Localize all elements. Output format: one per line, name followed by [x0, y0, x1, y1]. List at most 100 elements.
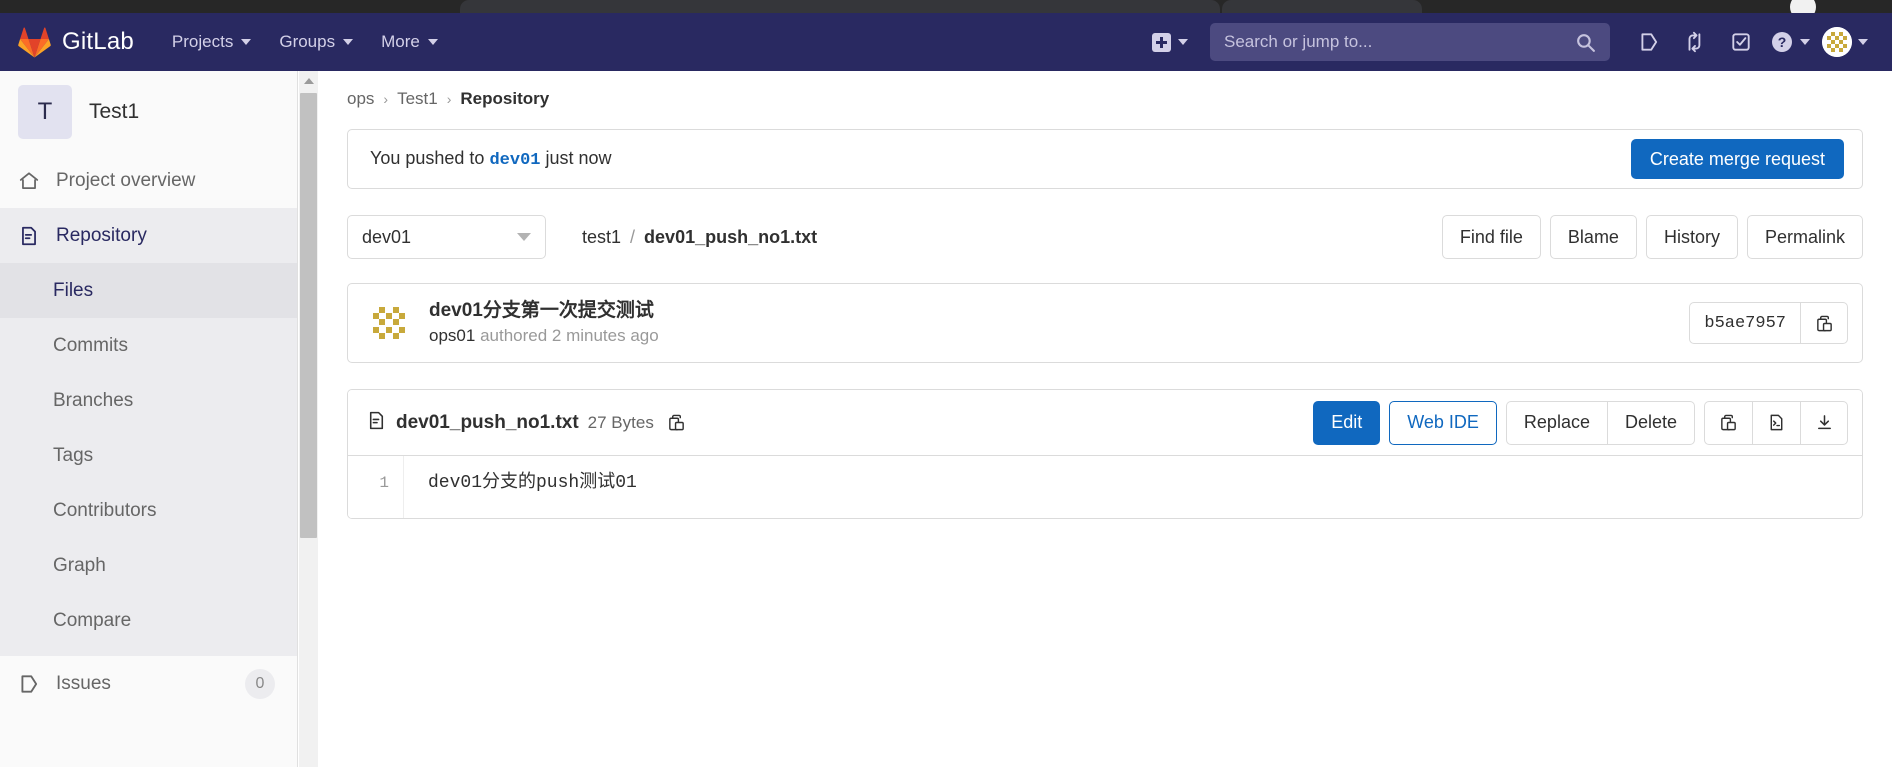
sidebar-item-graph-label: Graph — [53, 554, 106, 576]
open-raw-button[interactable] — [1752, 400, 1800, 445]
file-content: 1 dev01分支的push测试01 — [348, 456, 1862, 518]
sidebar-project-header[interactable]: T Test1 — [0, 71, 297, 153]
push-message: You pushed to dev01 just now — [370, 148, 612, 170]
merge-requests-nav-button[interactable] — [1672, 19, 1718, 65]
issues-nav-button[interactable] — [1626, 19, 1672, 65]
path-segment-root[interactable]: test1 — [582, 227, 621, 248]
home-icon — [18, 170, 40, 192]
web-ide-button[interactable]: Web IDE — [1389, 400, 1497, 445]
sidebar-scrollbar-track[interactable] — [299, 71, 318, 767]
file-header: dev01_push_no1.txt 27 Bytes Edit Web IDE… — [348, 390, 1862, 456]
chevron-down-icon — [1800, 39, 1810, 45]
permalink-button[interactable]: Permalink — [1746, 215, 1863, 259]
help-icon: ? — [1772, 32, 1792, 52]
blame-button[interactable]: Blame — [1549, 215, 1637, 259]
chevron-down-icon — [1858, 39, 1868, 45]
navbar-right-section: ? — [1152, 19, 1892, 65]
repository-actions: Find file Blame History Permalink — [1441, 215, 1863, 259]
repository-subnav: Files Commits Branches Tags Contributors… — [0, 263, 297, 656]
history-button[interactable]: History — [1645, 215, 1738, 259]
content-container: You pushed to dev01 just now Create merg… — [318, 129, 1892, 519]
gitlab-brand-link[interactable]: GitLab — [18, 27, 134, 58]
sidebar-item-compare[interactable]: Compare — [0, 593, 297, 648]
browser-chrome-bar — [0, 0, 1892, 20]
help-button[interactable]: ? — [1764, 30, 1816, 54]
new-item-button[interactable] — [1152, 32, 1188, 52]
sidebar-item-repository-label: Repository — [56, 224, 147, 246]
commit-timestamp: authored 2 minutes ago — [480, 325, 659, 345]
issues-icon — [18, 673, 40, 695]
find-file-button[interactable]: Find file — [1441, 215, 1541, 259]
copy-icon — [1816, 315, 1832, 331]
breadcrumb-section[interactable]: Repository — [460, 89, 549, 109]
commit-sha[interactable]: b5ae7957 — [1689, 302, 1800, 344]
chevron-down-icon — [241, 39, 252, 45]
svg-text:?: ? — [1778, 34, 1787, 50]
sidebar-item-graph[interactable]: Graph — [0, 538, 297, 593]
file-icon-button-group — [1704, 400, 1848, 445]
project-name: Test1 — [89, 100, 140, 123]
file-text-icon — [366, 410, 387, 436]
copy-contents-icon — [1721, 414, 1736, 431]
identicon-avatar[interactable] — [366, 300, 412, 346]
nav-item-groups-label: Groups — [279, 32, 336, 51]
replace-button[interactable]: Replace — [1505, 400, 1607, 445]
search-icon — [1577, 33, 1595, 52]
commit-author[interactable]: ops01 — [429, 326, 475, 345]
breadcrumb-project[interactable]: Test1 — [397, 89, 438, 109]
browser-tab-secondary[interactable] — [1222, 0, 1422, 13]
search-box[interactable] — [1210, 23, 1610, 61]
chevron-down-icon — [427, 39, 438, 45]
breadcrumb-separator-icon: › — [383, 91, 389, 107]
search-input[interactable] — [1224, 32, 1575, 52]
line-number[interactable]: 1 — [348, 471, 389, 496]
push-branch-link[interactable]: dev01 — [489, 151, 540, 170]
edit-button[interactable]: Edit — [1313, 400, 1381, 445]
create-merge-request-button[interactable]: Create merge request — [1630, 139, 1844, 179]
copy-commit-sha-button[interactable] — [1800, 302, 1848, 344]
replace-delete-group: Replace Delete — [1505, 400, 1695, 445]
code-lines: dev01分支的push测试01 — [404, 456, 1862, 518]
todos-nav-button[interactable] — [1718, 19, 1764, 65]
nav-item-projects-label: Projects — [171, 32, 234, 51]
chevron-up-icon — [303, 77, 314, 84]
sidebar-item-commits[interactable]: Commits — [0, 318, 297, 373]
user-menu-button[interactable] — [1816, 27, 1874, 57]
top-navbar: GitLab Projects Groups More Search or ju… — [0, 13, 1892, 71]
last-commit-card: dev01分支第一次提交测试 ops01 authored 2 minutes … — [347, 283, 1863, 363]
sidebar-item-repository[interactable]: Repository — [0, 208, 297, 263]
branch-selector-dropdown[interactable]: dev01 — [347, 215, 546, 259]
breadcrumb-group[interactable]: ops — [347, 89, 374, 109]
download-icon — [1817, 415, 1831, 430]
nav-item-groups[interactable]: Groups — [279, 32, 354, 52]
file-size: 27 Bytes — [587, 412, 654, 432]
copy-icon — [668, 414, 684, 431]
download-button[interactable] — [1800, 400, 1848, 445]
commit-message[interactable]: dev01分支第一次提交测试 — [429, 298, 659, 324]
file-action-buttons: Edit Web IDE Replace Delete — [1313, 400, 1848, 445]
commit-sha-group: b5ae7957 — [1689, 302, 1848, 344]
plus-square-icon — [1152, 32, 1171, 52]
sidebar-item-project-overview[interactable]: Project overview — [0, 153, 297, 208]
sidebar-item-contributors[interactable]: Contributors — [0, 483, 297, 538]
sidebar-item-issues[interactable]: Issues 0 — [0, 656, 297, 711]
chevron-down-icon — [343, 39, 354, 45]
sidebar-item-branches[interactable]: Branches — [0, 373, 297, 428]
push-notification-banner: You pushed to dev01 just now Create merg… — [347, 129, 1863, 189]
chevron-down-icon — [1178, 39, 1188, 45]
sidebar-item-files[interactable]: Files — [0, 263, 297, 318]
sidebar-item-tags[interactable]: Tags — [0, 428, 297, 483]
sidebar-scrollbar-thumb[interactable] — [300, 93, 317, 538]
browser-tab[interactable] — [460, 0, 1220, 13]
copy-file-path-button[interactable] — [667, 413, 686, 432]
copy-contents-button[interactable] — [1704, 400, 1752, 445]
project-sidebar: T Test1 Project overview Repository File… — [0, 71, 298, 767]
nav-item-more[interactable]: More — [381, 32, 438, 52]
push-message-suffix: just now — [545, 148, 612, 168]
file-path-breadcrumb: test1 / dev01_push_no1.txt — [582, 227, 817, 248]
nav-item-projects[interactable]: Projects — [171, 32, 252, 52]
scroll-up-button[interactable] — [299, 71, 318, 90]
sidebar-item-issues-label: Issues — [56, 672, 111, 694]
issues-icon — [1641, 33, 1658, 51]
delete-button[interactable]: Delete — [1606, 400, 1695, 445]
